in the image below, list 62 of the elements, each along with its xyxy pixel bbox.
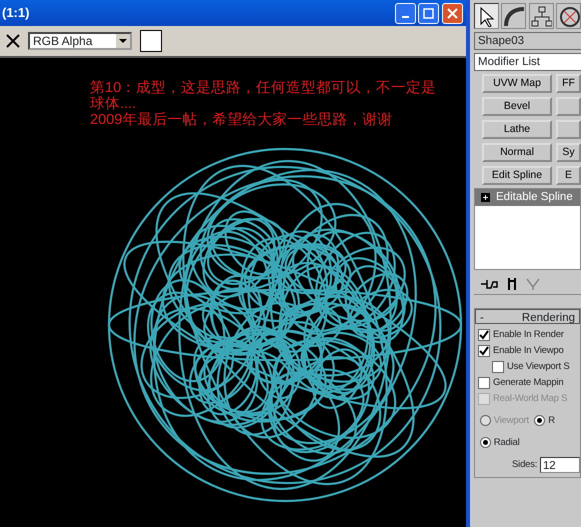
sides-field[interactable]: 12 — [540, 456, 580, 473]
modifier-button[interactable]: UVW Map — [482, 74, 552, 93]
radio-button[interactable] — [534, 415, 546, 426]
pin-icon[interactable] — [480, 278, 498, 288]
close-button[interactable] — [442, 2, 463, 24]
color-swatch[interactable] — [140, 30, 162, 52]
collapse-sign[interactable]: - — [480, 310, 484, 323]
modifier-button[interactable] — [556, 120, 581, 139]
panel-tab[interactable] — [556, 3, 581, 29]
option-label: Use Viewport S — [507, 360, 570, 374]
hierarchy-icon — [530, 5, 552, 27]
stack-item[interactable]: Editable Spline — [475, 189, 580, 206]
maximize-icon — [423, 8, 434, 18]
modifier-button[interactable]: Lathe — [482, 120, 552, 139]
checkbox[interactable] — [478, 376, 490, 389]
checkbox[interactable] — [478, 328, 490, 341]
curve-icon — [502, 5, 525, 27]
checkbox[interactable] — [492, 360, 504, 373]
modifier-button[interactable]: FF — [556, 74, 581, 93]
modifier-button[interactable] — [556, 97, 581, 116]
checkbox-option[interactable]: Enable In Viewpo — [475, 342, 580, 359]
option-label: Enable In Viewpo — [493, 344, 564, 358]
expand-icon[interactable] — [481, 193, 490, 202]
modifier-button[interactable]: Sy — [556, 143, 581, 162]
stack-item-label: Editable Spline — [496, 190, 573, 205]
panel-tab[interactable] — [528, 3, 554, 29]
maximize-button[interactable] — [418, 2, 440, 24]
wheel-icon — [558, 5, 580, 27]
radio-label: Viewport — [494, 414, 529, 428]
object-name-field[interactable]: Shape03 — [474, 32, 581, 50]
sides-label: Sides: — [512, 458, 538, 472]
radio-label: R — [548, 414, 555, 428]
rollout-title: Rendering — [522, 311, 575, 323]
modifier-button[interactable]: Edit Spline — [482, 166, 552, 185]
close-icon — [447, 8, 458, 18]
minimize-button[interactable] — [394, 2, 416, 24]
fork-icon[interactable] — [506, 276, 518, 290]
rollout-header[interactable]: - Rendering — [475, 309, 580, 324]
checkbox[interactable] — [478, 344, 490, 357]
annotation-text: 第10：成型，这是思路，任何造型都可以，不一定是 — [90, 80, 438, 96]
panel-tab[interactable] — [501, 3, 526, 29]
modifier-button[interactable]: Normal — [482, 143, 552, 162]
modifier-list-dropdown[interactable]: Modifier List — [474, 53, 581, 71]
close-icon[interactable] — [6, 34, 20, 48]
checkbox-option[interactable]: Generate Mappin — [475, 374, 580, 391]
panel-tab[interactable] — [474, 3, 499, 29]
annotation-text: 2009年最后一帖，希望给大家一些思路，谢谢 — [90, 112, 394, 128]
radio-option[interactable]: Radial — [480, 436, 520, 450]
annotation-text: 球体.... — [90, 96, 138, 112]
channel-dropdown[interactable]: RGB Alpha — [28, 32, 132, 50]
option-label: Generate Mappin — [493, 376, 564, 390]
window-title: (1:1) — [2, 4, 30, 22]
option-label: Enable In Render — [493, 328, 564, 342]
option-label: Real-World Map S — [493, 392, 568, 406]
radio-label: Radial — [494, 436, 520, 450]
checkbox-option[interactable]: Enable In Render — [475, 326, 580, 343]
checkbox-option[interactable]: Use Viewport S — [475, 358, 580, 375]
radio-option[interactable]: R — [534, 414, 555, 428]
modifier-button[interactable]: E — [556, 166, 581, 185]
radio-button[interactable] — [480, 437, 491, 448]
minimize-icon — [402, 16, 408, 18]
modifier-button[interactable]: Bevel — [482, 97, 552, 116]
